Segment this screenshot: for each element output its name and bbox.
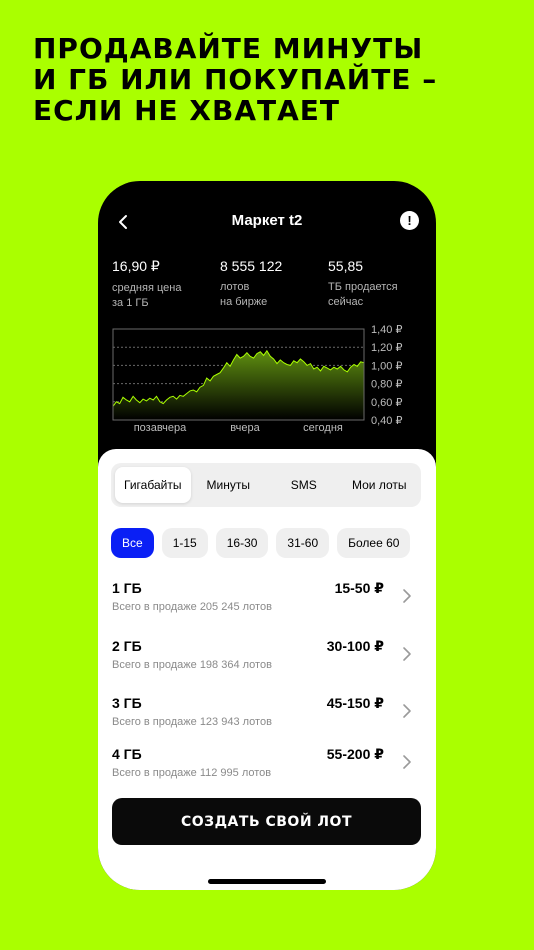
lot-price: 15-50 ₽ bbox=[334, 580, 384, 596]
y-tick-label: 0,80 ₽ bbox=[371, 379, 402, 391]
filter-more-60[interactable]: Более 60 bbox=[337, 528, 411, 558]
stat-label: средняя цена за 1 ГБ bbox=[112, 281, 181, 311]
stat-label-line-1: лотов bbox=[220, 281, 250, 293]
lot-title: 4 ГБ bbox=[112, 746, 142, 762]
headline-line-3: ЕСЛИ НЕ ХВАТАЕТ bbox=[33, 94, 341, 127]
chevron-right-icon bbox=[403, 755, 411, 769]
stat-lots: 8 555 122 лотов на бирже bbox=[220, 258, 282, 310]
lot-subtitle: Всего в продаже 205 245 лотов bbox=[112, 601, 272, 613]
tab-sms[interactable]: SMS bbox=[266, 467, 342, 503]
lot-subtitle: Всего в продаже 112 995 лотов bbox=[112, 767, 272, 779]
stat-label-line-1: ТБ продается bbox=[328, 281, 398, 293]
x-tick-label: вчера bbox=[230, 422, 260, 434]
phone-frame: Маркет t2 ! 16,90 ₽ средняя цена за 1 ГБ… bbox=[98, 181, 436, 890]
stat-label: лотов на бирже bbox=[220, 280, 282, 310]
home-indicator[interactable] bbox=[208, 879, 326, 884]
x-tick-label: сегодня bbox=[303, 422, 343, 434]
chevron-right-icon bbox=[403, 704, 411, 718]
filter-31-60[interactable]: 31-60 bbox=[276, 528, 330, 558]
lot-subtitle: Всего в продаже 123 943 лотов bbox=[112, 716, 272, 728]
stat-value: 16,90 ₽ bbox=[112, 258, 160, 274]
lot-row[interactable]: 2 ГБ Всего в продаже 198 364 лотов 30-10… bbox=[112, 638, 422, 682]
chevron-right-icon bbox=[403, 589, 411, 603]
y-tick-label: 1,40 ₽ bbox=[371, 324, 402, 336]
page-title: Маркет t2 bbox=[231, 212, 303, 229]
price-chart: 1,40 ₽ 1,20 ₽ 1,00 ₽ 0,80 ₽ 0,60 ₽ 0,40 ₽ поз… bbox=[112, 324, 402, 434]
tab-my-lots[interactable]: Мои лоты bbox=[342, 467, 418, 503]
lot-title: 3 ГБ bbox=[112, 695, 142, 711]
stat-label-line-2: за 1 ГБ bbox=[112, 297, 149, 309]
lot-price: 30-100 ₽ bbox=[326, 638, 384, 654]
filter-16-30[interactable]: 16-30 bbox=[215, 528, 269, 558]
stat-value: 8 555 122 bbox=[220, 258, 283, 274]
volume-filters: Все 1-15 16-30 31-60 Более 60 bbox=[111, 528, 411, 558]
filter-all[interactable]: Все bbox=[111, 528, 154, 558]
create-lot-button[interactable]: СОЗДАТЬ СВОЙ ЛОТ bbox=[112, 798, 421, 845]
lot-title: 1 ГБ bbox=[112, 580, 142, 596]
lot-subtitle: Всего в продаже 198 364 лотов bbox=[112, 659, 272, 671]
chart-area bbox=[113, 350, 364, 420]
lot-title: 2 ГБ bbox=[112, 638, 142, 654]
headline-line-2: И ГБ ИЛИ ПОКУПАЙТЕ – bbox=[33, 63, 438, 96]
lot-row[interactable]: 1 ГБ Всего в продаже 205 245 лотов 15-50… bbox=[112, 580, 422, 624]
stat-label-line-1: средняя цена bbox=[112, 282, 182, 294]
stat-label: ТБ продается сейчас bbox=[328, 280, 398, 310]
x-tick-label: позавчера bbox=[134, 422, 187, 434]
category-tabs: Гигабайты Минуты SMS Мои лоты bbox=[111, 463, 421, 507]
tab-gigabytes[interactable]: Гигабайты bbox=[115, 467, 191, 503]
tab-minutes[interactable]: Минуты bbox=[191, 467, 267, 503]
y-tick-label: 1,00 ₽ bbox=[371, 360, 402, 372]
info-icon[interactable]: ! bbox=[400, 211, 419, 230]
filter-1-15[interactable]: 1-15 bbox=[161, 528, 208, 558]
promo-headline: ПРОДАВАЙТЕ МИНУТЫ И ГБ ИЛИ ПОКУПАЙТЕ – Е… bbox=[33, 33, 503, 126]
y-tick-label: 0,60 ₽ bbox=[371, 397, 402, 409]
lot-row[interactable]: 3 ГБ Всего в продаже 123 943 лотов 45-15… bbox=[112, 695, 422, 739]
lot-price: 45-150 ₽ bbox=[326, 695, 384, 711]
market-header: Маркет t2 ! 16,90 ₽ средняя цена за 1 ГБ… bbox=[98, 181, 436, 481]
stat-avg-price: 16,90 ₽ средняя цена за 1 ГБ bbox=[112, 258, 181, 311]
y-tick-label: 1,20 ₽ bbox=[371, 342, 402, 354]
stat-value: 55,85 bbox=[328, 258, 364, 274]
headline-line-1: ПРОДАВАЙТЕ МИНУТЫ bbox=[33, 32, 424, 65]
y-tick-label: 0,40 ₽ bbox=[371, 415, 402, 427]
chevron-right-icon bbox=[403, 647, 411, 661]
stat-label-line-2: на бирже bbox=[220, 296, 268, 308]
stat-tb-selling: 55,85 ТБ продается сейчас bbox=[328, 258, 398, 310]
lot-price: 55-200 ₽ bbox=[326, 746, 384, 762]
stat-label-line-2: сейчас bbox=[328, 296, 364, 308]
